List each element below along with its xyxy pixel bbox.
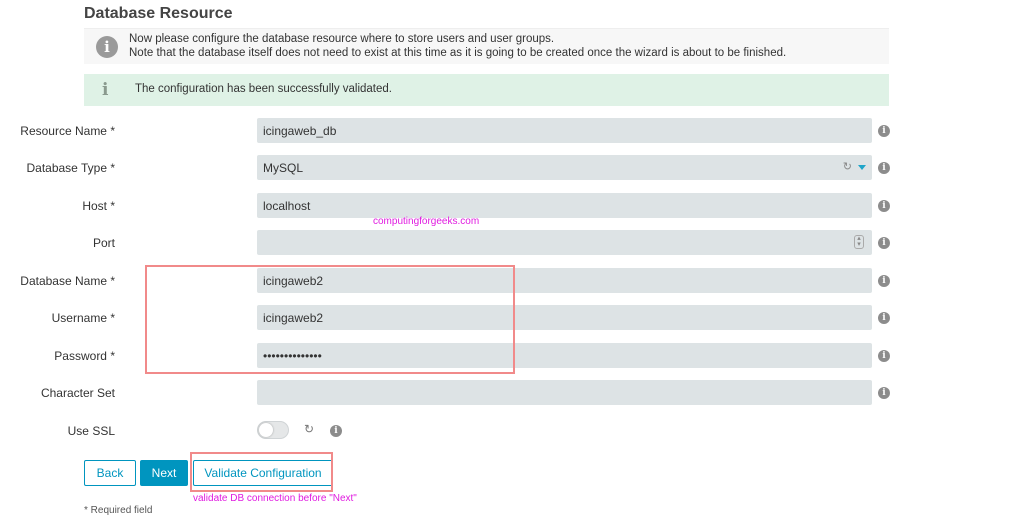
- required-field-note: * Required field: [84, 505, 153, 516]
- notice-line-1: Now please configure the database resour…: [129, 33, 555, 45]
- help-icon[interactable]: i: [878, 162, 890, 174]
- use-ssl-label: Use SSL: [67, 424, 115, 438]
- database-type-row: Database Type * MySQL ↻ i: [0, 155, 900, 181]
- resource-name-input[interactable]: icingaweb_db: [257, 118, 872, 143]
- password-label: Password *: [54, 349, 115, 363]
- credentials-highlight: [145, 265, 515, 374]
- notice-line-2: Note that the database itself does not n…: [129, 47, 787, 59]
- use-ssl-row: Use SSL ↻ i: [0, 418, 900, 444]
- character-set-label: Character Set: [40, 386, 115, 400]
- host-label: Host *: [82, 199, 115, 213]
- help-icon[interactable]: i: [878, 312, 890, 324]
- host-input[interactable]: localhost: [257, 193, 872, 218]
- help-icon[interactable]: i: [878, 125, 890, 137]
- help-icon[interactable]: i: [878, 200, 890, 212]
- validate-annotation: validate DB connection before "Next": [193, 493, 357, 504]
- refresh-icon: ↻: [842, 161, 852, 173]
- database-type-select[interactable]: MySQL ↻: [257, 155, 872, 180]
- character-set-row: Character Set i: [0, 380, 900, 406]
- stepper-icon[interactable]: ▴ ▾: [854, 235, 864, 249]
- help-icon[interactable]: i: [878, 350, 890, 362]
- chevron-down-icon: [858, 164, 866, 170]
- page-title: Database Resource: [84, 5, 233, 22]
- refresh-icon[interactable]: ↻: [304, 422, 314, 436]
- info-icon: i: [96, 36, 118, 58]
- resource-name-row: Resource Name * icingaweb_db i: [0, 118, 900, 144]
- toggle-knob: [259, 423, 273, 437]
- select-controls: ↻: [843, 160, 866, 173]
- database-name-label: Database Name *: [20, 274, 115, 288]
- success-notice: i The configuration has been successfull…: [84, 74, 889, 106]
- help-icon[interactable]: i: [878, 387, 890, 399]
- notice-text: Now please configure the database resour…: [129, 32, 786, 60]
- info-icon: i: [102, 80, 109, 100]
- watermark: computingforgeeks.com: [373, 216, 480, 227]
- success-message: The configuration has been successfully …: [135, 83, 392, 95]
- port-label: Port: [92, 236, 115, 250]
- help-icon[interactable]: i: [878, 275, 890, 287]
- resource-name-label: Resource Name *: [20, 124, 115, 138]
- use-ssl-toggle[interactable]: [257, 421, 289, 439]
- port-row: Port ▴ ▾ i: [0, 230, 900, 256]
- validate-highlight: [190, 452, 333, 492]
- next-button[interactable]: Next: [140, 460, 188, 486]
- database-type-value: MySQL: [263, 161, 304, 175]
- character-set-input[interactable]: [257, 380, 872, 405]
- info-notice: i Now please configure the database reso…: [84, 28, 889, 64]
- back-button[interactable]: Back: [84, 460, 136, 486]
- help-icon[interactable]: i: [330, 425, 342, 437]
- port-input[interactable]: ▴ ▾: [257, 230, 872, 255]
- database-type-label: Database Type *: [26, 161, 115, 175]
- username-label: Username *: [51, 311, 115, 325]
- help-icon[interactable]: i: [878, 237, 890, 249]
